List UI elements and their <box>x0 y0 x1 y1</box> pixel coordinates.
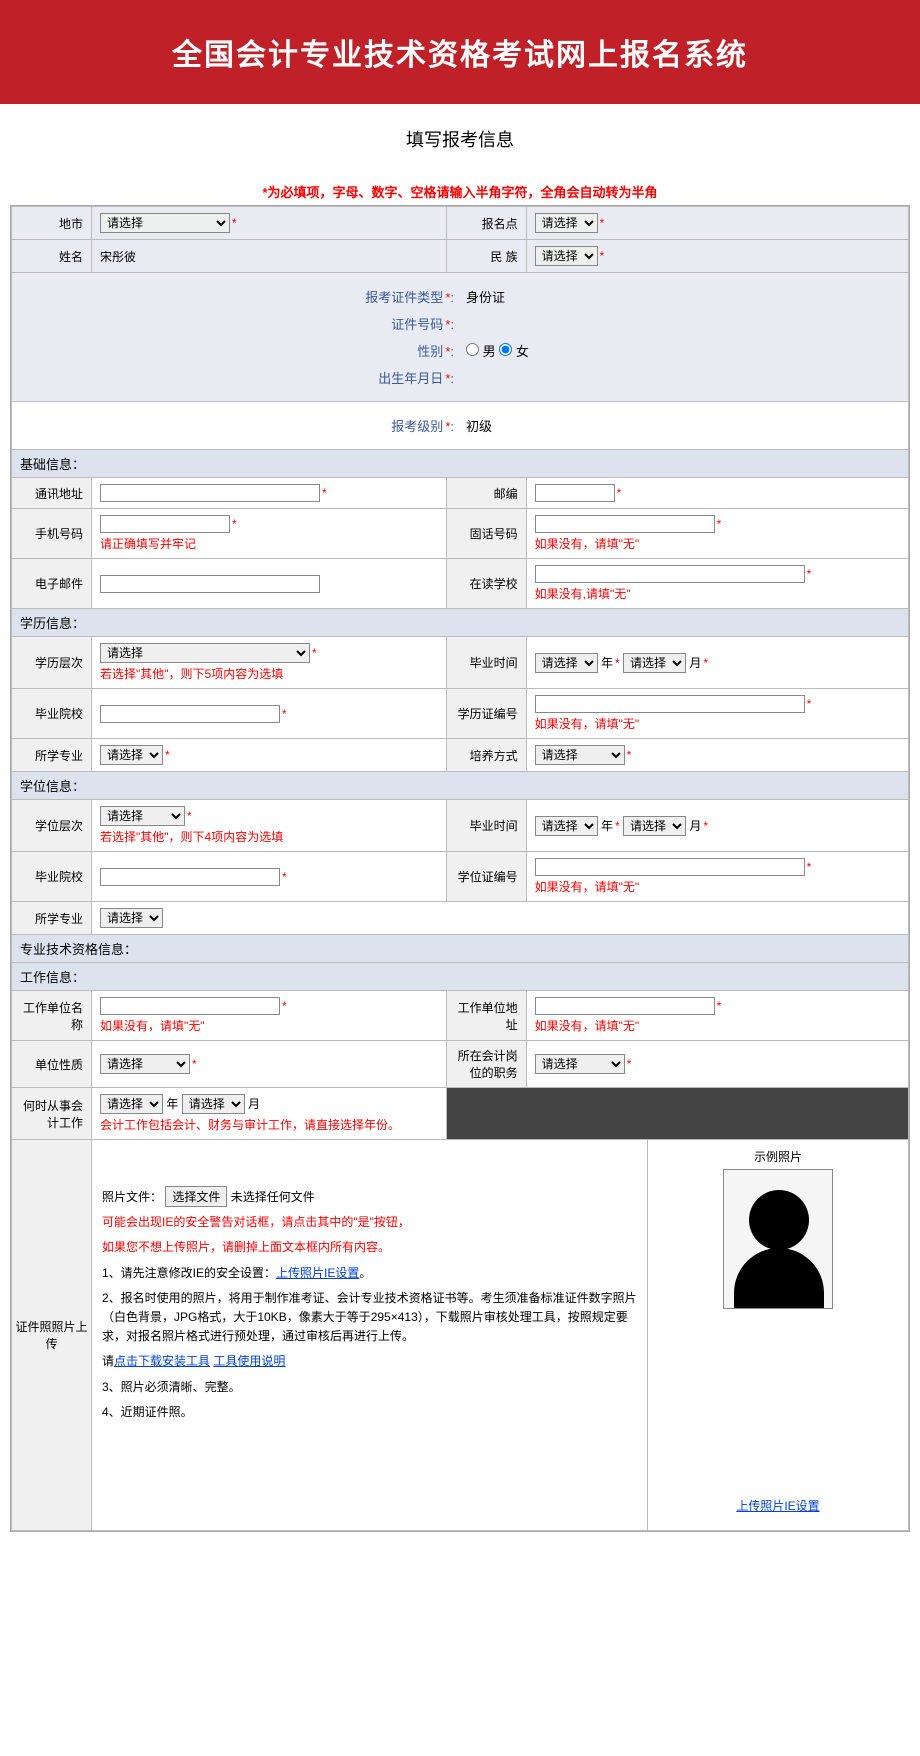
page-title: 填写报考信息 <box>0 104 920 174</box>
label-city: 地市 <box>12 207 92 240</box>
photo-section: 证件照照片上传 照片文件： 选择文件 未选择任何文件 可能会出现IE的安全警告对… <box>12 1140 908 1530</box>
label-major: 所学专业 <box>12 739 92 772</box>
label-phone: 固话号码 <box>446 509 526 559</box>
label-work-name: 工作单位名称 <box>12 991 92 1041</box>
degree-cert-input[interactable] <box>535 858 805 876</box>
level-block: 报考级别*:初级 <box>12 402 908 449</box>
label-email: 电子邮件 <box>12 559 92 609</box>
label-grad-school: 毕业院校 <box>12 689 92 739</box>
sample-photo-label: 示例照片 <box>656 1148 900 1165</box>
label-addr: 通讯地址 <box>12 478 92 509</box>
name-value: 宋彤彼 <box>92 240 447 273</box>
tool-manual-link[interactable]: 工具使用说明 <box>213 1354 285 1368</box>
zip-input[interactable] <box>535 484 615 502</box>
degree-year-select[interactable]: 请选择 <box>535 816 598 836</box>
gender-female[interactable]: 女 <box>499 344 529 359</box>
label-degree-level: 学位层次 <box>12 800 92 852</box>
hint-school: 如果没有,请填"无" <box>535 585 900 602</box>
edu-cert-input[interactable] <box>535 695 805 713</box>
work-name-input[interactable] <box>100 997 280 1015</box>
gender-male[interactable]: 男 <box>466 344 496 359</box>
sample-photo <box>723 1169 833 1309</box>
label-degree-major: 所学专业 <box>12 902 92 935</box>
label-work-type: 单位性质 <box>12 1041 92 1088</box>
photo-tip-1a: 1、请先注意修改IE的安全设置： <box>102 1266 276 1280</box>
label-name: 姓名 <box>12 240 92 273</box>
label-edu-level: 学历层次 <box>12 637 92 689</box>
level-value: 初级 <box>460 416 770 435</box>
choose-file-button[interactable]: 选择文件 <box>165 1186 227 1207</box>
hint-edu-cert: 如果没有，请填"无" <box>535 715 900 732</box>
section-protitle: 专业技术资格信息： <box>12 935 909 963</box>
ie-settings-link[interactable]: 上传照片IE设置 <box>276 1266 359 1280</box>
grad-month-select[interactable]: 请选择 <box>623 653 686 673</box>
degree-major-select[interactable]: 请选择 <box>100 908 163 928</box>
work-addr-input[interactable] <box>535 997 715 1015</box>
work-month-select[interactable]: 请选择 <box>182 1094 245 1114</box>
label-work-pos: 所在会计岗位的职务 <box>446 1041 526 1088</box>
edu-level-select[interactable]: 请选择 <box>100 643 310 663</box>
hint-edu-other: 若选择"其他"，则下5项内容为选填 <box>100 665 438 682</box>
label-ethnic: 民 族 <box>446 240 526 273</box>
label-degree-school: 毕业院校 <box>12 852 92 902</box>
label-edu-cert: 学历证编号 <box>446 689 526 739</box>
label-degree-time: 毕业时间 <box>446 800 526 852</box>
ethnic-select[interactable]: 请选择 <box>535 246 598 266</box>
no-file-text: 未选择任何文件 <box>231 1190 315 1204</box>
degree-month-select[interactable]: 请选择 <box>623 816 686 836</box>
photo-tip-4: 4、近期证件照。 <box>102 1403 637 1422</box>
email-input[interactable] <box>100 575 320 593</box>
grad-school-input[interactable] <box>100 705 280 723</box>
hint-work-when: 会计工作包括会计、财务与审计工作，请直接选择年份。 <box>100 1116 438 1133</box>
ie-settings-link-2[interactable]: 上传照片IE设置 <box>736 1499 819 1513</box>
label-grad-time: 毕业时间 <box>446 637 526 689</box>
form-container: 地市 请选择* 报名点 请选择* 姓名 宋彤彼 民 族 请选择* 报考证件类型*… <box>10 205 910 1532</box>
label-photo-file: 照片文件： <box>102 1190 162 1204</box>
train-mode-select[interactable]: 请选择 <box>535 745 625 765</box>
label-mobile: 手机号码 <box>12 509 92 559</box>
system-banner: 全国会计专业技术资格考试网上报名系统 <box>0 0 920 104</box>
avatar-head-icon <box>749 1190 809 1250</box>
avatar-body-icon <box>734 1248 824 1308</box>
degree-level-select[interactable]: 请选择 <box>100 806 185 826</box>
section-edu: 学历信息： <box>12 609 909 637</box>
city-select[interactable]: 请选择 <box>100 213 230 233</box>
label-school: 在读学校 <box>446 559 526 609</box>
degree-school-input[interactable] <box>100 868 280 886</box>
major-select[interactable]: 请选择 <box>100 745 163 765</box>
photo-warn-2: 如果您不想上传照片，请删掉上面文本框内所有内容。 <box>102 1238 637 1257</box>
site-select[interactable]: 请选择 <box>535 213 598 233</box>
download-tool-link[interactable]: 点击下载安装工具 <box>114 1354 210 1368</box>
school-input[interactable] <box>535 565 805 583</box>
label-site: 报名点 <box>446 207 526 240</box>
work-pos-select[interactable]: 请选择 <box>535 1054 625 1074</box>
grad-year-select[interactable]: 请选择 <box>535 653 598 673</box>
section-degree: 学位信息： <box>12 772 909 800</box>
label-work-when: 何时从事会计工作 <box>12 1088 92 1140</box>
photo-warn-1: 可能会出现IE的安全警告对话框，请点击其中的"是"按钮， <box>102 1213 637 1232</box>
hint-work-name: 如果没有，请填"无" <box>100 1017 438 1034</box>
identity-block: 报考证件类型*:身份证 证件号码*: 性别*: 男 女 出生年月日*: <box>12 273 908 401</box>
hint-work-addr: 如果没有，请填"无" <box>535 1017 900 1034</box>
hint-degree-cert: 如果没有，请填"无" <box>535 878 900 895</box>
phone-input[interactable] <box>535 515 715 533</box>
photo-tip-3: 3、照片必须清晰、完整。 <box>102 1378 637 1397</box>
label-degree-cert: 学位证编号 <box>446 852 526 902</box>
label-train-mode: 培养方式 <box>446 739 526 772</box>
addr-input[interactable] <box>100 484 320 502</box>
label-work-addr: 工作单位地址 <box>446 991 526 1041</box>
hint-mobile: 请正确填写并牢记 <box>100 535 438 552</box>
label-photo: 证件照照片上传 <box>12 1140 92 1530</box>
work-year-select[interactable]: 请选择 <box>100 1094 163 1114</box>
label-zip: 邮编 <box>446 478 526 509</box>
section-work: 工作信息： <box>12 963 909 991</box>
mobile-input[interactable] <box>100 515 230 533</box>
required-notice: *为必填项，字母、数字、空格请输入半角字符，全角会自动转为半角 <box>0 174 920 205</box>
photo-tip-2: 2、报名时使用的照片，将用于制作准考证、会计专业技术资格证书等。考生须准备标准证… <box>102 1289 637 1347</box>
hint-degree-other: 若选择"其他"，则下4项内容为选填 <box>100 828 438 845</box>
section-basic: 基础信息： <box>12 450 909 478</box>
id-type-value: 身份证 <box>460 287 770 306</box>
hint-phone: 如果没有，请填"无" <box>535 535 900 552</box>
work-type-select[interactable]: 请选择 <box>100 1054 190 1074</box>
